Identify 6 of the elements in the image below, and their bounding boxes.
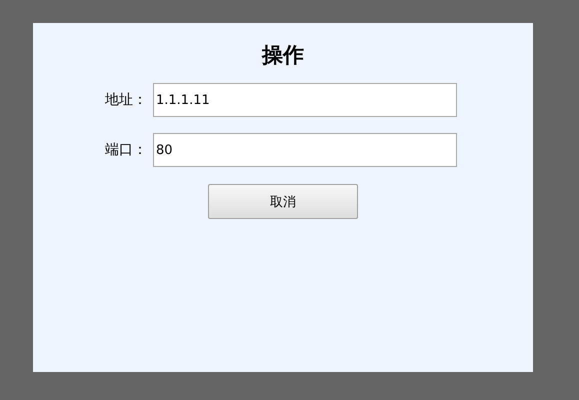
input-field[interactable]: 80 — [153, 133, 457, 167]
dialog-title: 操作 — [262, 42, 304, 69]
cancel-button[interactable]: 取消 — [208, 184, 358, 219]
input-field[interactable]: 1.1.1.11 — [153, 83, 457, 117]
field-label: 端口： — [105, 141, 148, 159]
field-label: 地址： — [105, 91, 148, 109]
